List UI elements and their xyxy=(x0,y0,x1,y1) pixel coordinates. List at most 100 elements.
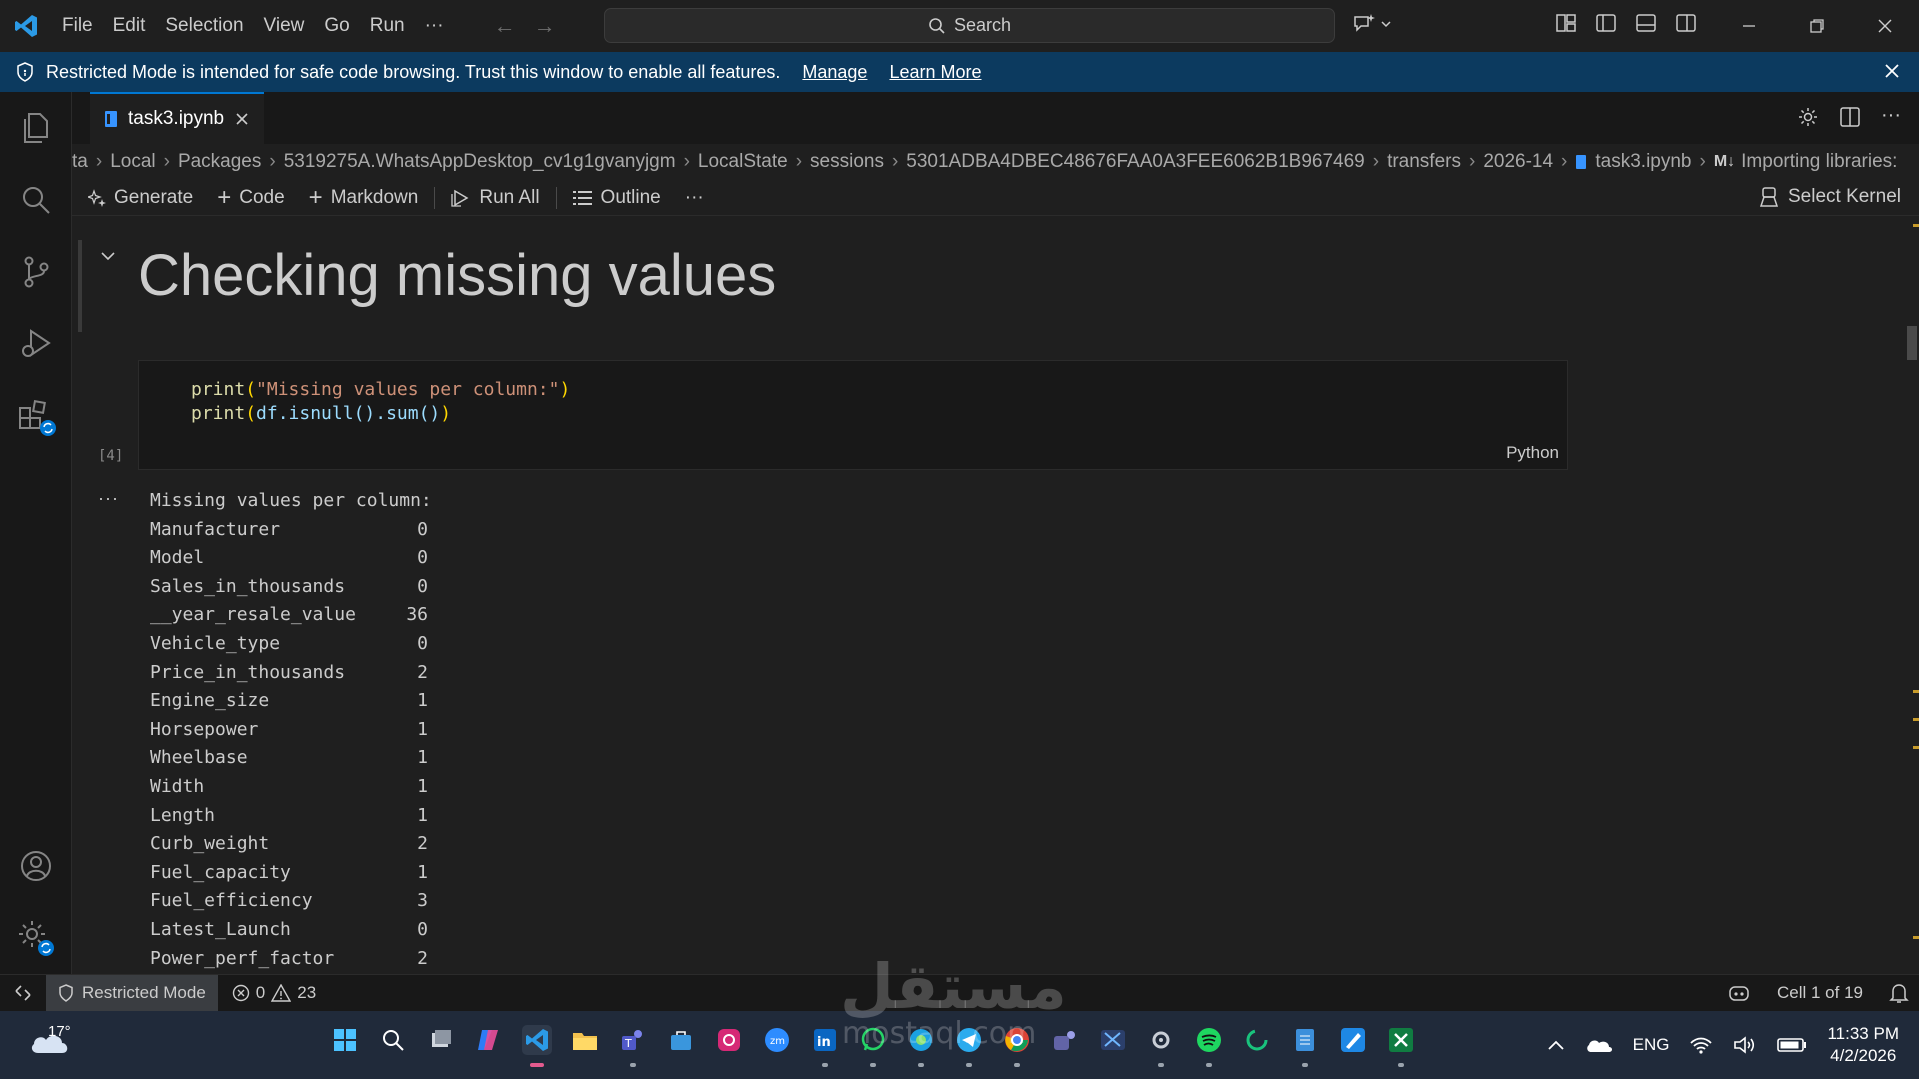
breadcrumb-item[interactable]: Local xyxy=(110,151,155,173)
restricted-mode-status[interactable]: Restricted Mode xyxy=(46,975,218,1011)
cell-focus-indicator xyxy=(78,240,82,332)
settings-gear-icon[interactable] xyxy=(1797,106,1819,128)
breadcrumb-item[interactable]: 5301ADBA4DBEC48676FAA0A3FEE6062B1B967469 xyxy=(906,151,1364,173)
breadcrumb-item[interactable]: Importing libraries: xyxy=(1741,151,1897,173)
manage-gear-icon[interactable] xyxy=(14,916,58,960)
breadcrumb-item[interactable]: sessions xyxy=(810,151,884,173)
close-icon[interactable] xyxy=(1881,60,1903,82)
excel-icon[interactable] xyxy=(1386,1025,1416,1067)
notepad-icon[interactable] xyxy=(1290,1025,1320,1067)
select-kernel-button[interactable]: Select Kernel xyxy=(1759,186,1901,208)
add-code-cell-button[interactable]: + Code xyxy=(205,183,296,211)
remote-indicator-icon[interactable] xyxy=(0,975,46,1011)
menu-go[interactable]: Go xyxy=(314,0,359,52)
notifications-bell-icon[interactable] xyxy=(1889,982,1909,1004)
teams-icon[interactable]: T xyxy=(618,1025,648,1067)
breadcrumb-item[interactable]: task3.ipynb xyxy=(1595,151,1691,173)
breadcrumb-item[interactable]: LocalState xyxy=(698,151,788,173)
chevron-up-icon[interactable] xyxy=(1547,1039,1565,1051)
outline-button[interactable]: Outline xyxy=(561,187,673,209)
loading-app-icon[interactable] xyxy=(1242,1025,1272,1055)
volume-icon[interactable] xyxy=(1733,1035,1757,1055)
zoom-icon[interactable]: zm xyxy=(762,1025,792,1055)
banner-learn-more-link[interactable]: Learn More xyxy=(889,62,981,83)
toggle-secondary-sidebar-icon[interactable] xyxy=(1675,12,1697,34)
add-markdown-cell-button[interactable]: + Markdown xyxy=(297,185,431,209)
code-cell[interactable]: print("Missing values per column:") prin… xyxy=(138,360,1568,470)
banner-manage-link[interactable]: Manage xyxy=(802,62,867,83)
store-icon[interactable] xyxy=(666,1025,696,1055)
breadcrumb-item[interactable]: 5319275A.WhatsAppDesktop_cv1g1gvanyjgm xyxy=(284,151,676,173)
customize-layout-icon[interactable] xyxy=(1555,12,1577,34)
wifi-icon[interactable] xyxy=(1689,1035,1713,1055)
input-language[interactable]: ENG xyxy=(1633,1035,1670,1055)
minimize-icon[interactable] xyxy=(1715,0,1783,52)
restore-icon[interactable] xyxy=(1783,0,1851,52)
menu-edit[interactable]: Edit xyxy=(103,0,156,52)
search-icon[interactable] xyxy=(14,178,58,222)
split-editor-icon[interactable] xyxy=(1839,106,1861,128)
generate-button[interactable]: Generate xyxy=(88,187,205,209)
toggle-panel-icon[interactable] xyxy=(1635,12,1657,34)
account-icon[interactable] xyxy=(14,844,58,888)
run-all-button[interactable]: Run All xyxy=(439,187,551,209)
copilot-app-icon[interactable] xyxy=(474,1025,504,1055)
command-center-search[interactable]: Search xyxy=(604,8,1335,43)
extensions-icon[interactable] xyxy=(14,394,58,438)
output-row: Engine_size 1 xyxy=(150,690,510,719)
activity-bar xyxy=(0,92,72,974)
plus-icon: + xyxy=(217,183,232,211)
close-tab-icon[interactable] xyxy=(234,111,250,127)
source-control-icon[interactable] xyxy=(14,250,58,294)
output-column-name: Power_perf_factor xyxy=(150,947,335,969)
linkedin-icon[interactable]: in xyxy=(810,1025,840,1067)
copilot-chat-button[interactable] xyxy=(1352,12,1392,36)
more-toolbar-button[interactable]: ··· xyxy=(673,187,716,209)
menu-file[interactable]: File xyxy=(52,0,103,52)
onedrive-cloud-icon[interactable] xyxy=(1585,1036,1613,1054)
menu-view[interactable]: View xyxy=(254,0,315,52)
file-explorer-icon[interactable] xyxy=(570,1025,600,1055)
breadcrumb-item[interactable]: ta xyxy=(72,151,88,173)
menu-run[interactable]: Run xyxy=(360,0,415,52)
collapse-chevron-icon[interactable] xyxy=(100,248,116,264)
teams-chat-icon[interactable] xyxy=(1050,1025,1080,1055)
output-header: Missing values per column: xyxy=(150,490,432,511)
more-actions-icon[interactable]: ··· xyxy=(1881,105,1901,128)
scrollbar[interactable] xyxy=(1905,216,1919,974)
toolbar-divider xyxy=(434,186,436,209)
breadcrumb-item[interactable]: transfers xyxy=(1387,151,1461,173)
breadcrumb-item[interactable]: 2026-14 xyxy=(1483,151,1553,173)
start-windows-icon[interactable] xyxy=(330,1025,360,1055)
battery-icon[interactable] xyxy=(1777,1037,1807,1053)
spotify-icon[interactable] xyxy=(1194,1025,1224,1067)
snipping-tool-icon[interactable] xyxy=(1098,1025,1128,1055)
vscode-taskbar-icon[interactable] xyxy=(522,1025,552,1067)
close-window-icon[interactable] xyxy=(1851,0,1919,52)
problems-status[interactable]: 0 23 xyxy=(232,983,316,1003)
code-paren: ) xyxy=(559,379,571,400)
output-row: Power_perf_factor 2 xyxy=(150,948,510,975)
menu-selection[interactable]: Selection xyxy=(155,0,253,52)
output-more-icon[interactable]: ··· xyxy=(98,488,119,509)
warning-count: 23 xyxy=(297,983,317,1002)
taskbar-search-icon[interactable] xyxy=(378,1025,408,1055)
menu-more[interactable]: ··· xyxy=(415,0,454,52)
settings-app-icon[interactable] xyxy=(1146,1025,1176,1067)
output-column-name: Wheelbase xyxy=(150,747,248,769)
instagram-icon[interactable] xyxy=(714,1025,744,1055)
cell-language-label[interactable]: Python xyxy=(1506,443,1559,463)
paint-icon[interactable] xyxy=(1338,1025,1368,1055)
back-arrow-icon[interactable]: ← xyxy=(494,13,516,39)
forward-arrow-icon[interactable]: → xyxy=(534,13,556,39)
copilot-icon[interactable] xyxy=(1727,983,1751,1003)
tab-task3-notebook[interactable]: task3.ipynb xyxy=(90,92,265,144)
cell-position[interactable]: Cell 1 of 19 xyxy=(1777,983,1863,1003)
scrollbar-thumb[interactable] xyxy=(1907,326,1917,360)
toggle-primary-sidebar-icon[interactable] xyxy=(1595,12,1617,34)
task-view-icon[interactable] xyxy=(426,1025,456,1055)
breadcrumb-item[interactable]: Packages xyxy=(178,151,261,173)
explorer-icon[interactable] xyxy=(14,106,58,150)
clock[interactable]: 11:33 PM 4/2/2026 xyxy=(1827,1023,1899,1067)
run-debug-icon[interactable] xyxy=(14,322,58,366)
